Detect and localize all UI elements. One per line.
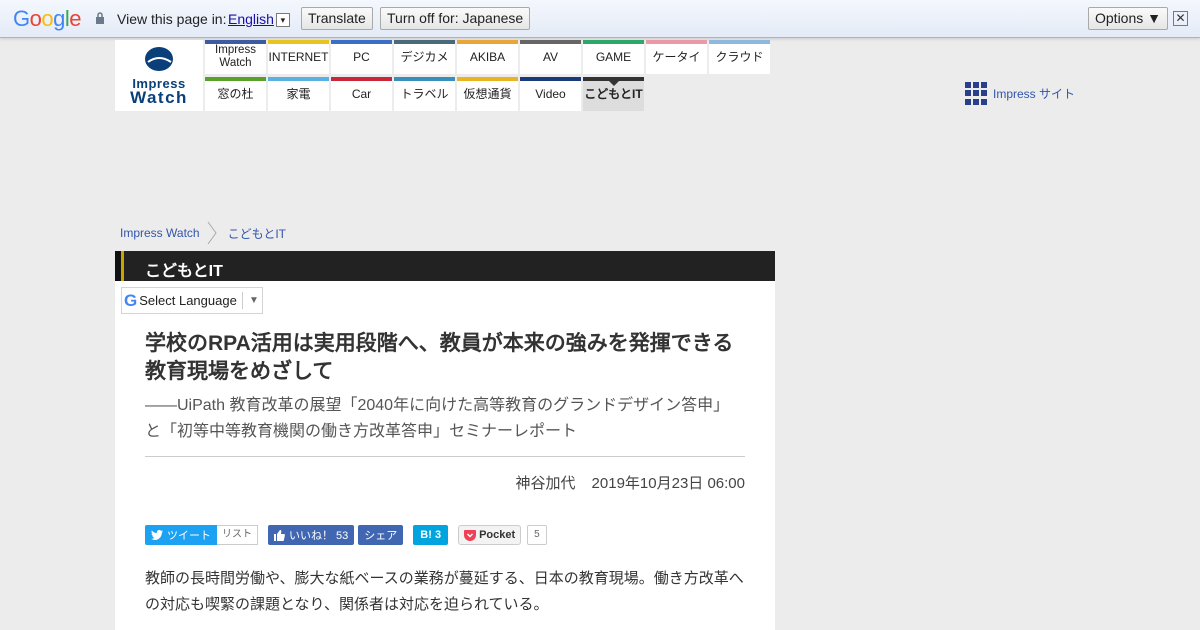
section-header: こどもとIT — [115, 251, 775, 281]
nav-color-bar — [520, 77, 581, 81]
tweet-label: ツイート — [167, 530, 211, 542]
nav-item[interactable]: Video — [520, 77, 581, 111]
nav-color-bar — [268, 77, 329, 81]
nav-item-label: こどもとIT — [584, 86, 643, 101]
nav-item[interactable]: トラベル — [394, 77, 455, 111]
nav-item-label: 仮想通貨 — [463, 86, 512, 101]
google-logo: Google — [13, 6, 82, 31]
select-language-dropdown[interactable]: G Select Language ▼ — [121, 287, 263, 314]
hatena-bookmark-button[interactable]: B! 3 — [413, 525, 449, 545]
divider — [145, 456, 745, 457]
nav-color-bar — [457, 77, 518, 81]
nav-item[interactable]: こどもとIT — [583, 77, 644, 111]
nav-color-bar — [646, 40, 707, 44]
article: G Select Language ▼ 学校のRPA活用は実用段階へ、教員が本来… — [115, 281, 775, 630]
like-button[interactable]: いいね！ 53 — [268, 525, 355, 545]
author: 神谷加代 — [515, 475, 576, 492]
nav-item[interactable]: 仮想通貨 — [457, 77, 518, 111]
breadcrumb-current[interactable]: こどもとIT — [228, 225, 286, 242]
nav-item[interactable]: 窓の杜 — [205, 77, 266, 111]
nav-item-label: AV — [542, 49, 559, 64]
nav-item[interactable]: GAME — [583, 40, 644, 74]
nav-item-label: トラベル — [400, 86, 449, 101]
nav-item-label: 家電 — [286, 86, 311, 101]
nav-item-label: PC — [353, 49, 370, 64]
select-language-label: Select Language — [139, 293, 237, 308]
nav-color-bar — [457, 40, 518, 44]
nav-item-label: 窓の杜 — [217, 86, 254, 101]
publish-date: 2019年10月23日 06:00 — [591, 475, 745, 492]
grid-icon — [965, 82, 988, 105]
nav-color-bar — [331, 40, 392, 44]
nav-item[interactable]: Impress Watch — [205, 40, 266, 74]
nav-item-label: デジカメ — [400, 49, 449, 64]
dropdown-arrow-icon: ▼ — [242, 292, 259, 309]
nav-item-label: Video — [535, 86, 566, 101]
nav-item[interactable]: デジカメ — [394, 40, 455, 74]
impress-site-link[interactable]: Impress サイト — [965, 82, 1075, 105]
turn-off-button[interactable]: Turn off for: Japanese — [380, 7, 531, 30]
globe-logo-icon — [145, 47, 173, 71]
dropdown-caret-icon: ▾ — [275, 13, 290, 27]
section-accent — [121, 251, 124, 281]
nav-item[interactable]: INTERNET — [268, 40, 329, 74]
nav-color-bar — [583, 40, 644, 44]
nav-color-bar — [394, 77, 455, 81]
nav-color-bar — [331, 77, 392, 81]
nav-item-label: クラウド — [715, 49, 764, 64]
options-button[interactable]: Options ▼ — [1088, 7, 1168, 30]
nav-item-label: AKIBA — [469, 49, 506, 64]
article-body: 教師の長時間労働や、膨大な紙ベースの業務が蔓延する、日本の教育現場。働き方改革へ… — [145, 570, 744, 613]
twitter-list-button[interactable]: リスト — [217, 525, 258, 545]
nav-color-bar — [520, 40, 581, 44]
translate-prompt: View this page in: — [117, 11, 227, 27]
language-label: English — [228, 11, 274, 27]
nav-item[interactable]: クラウド — [709, 40, 770, 74]
nav-color-bar — [709, 40, 770, 44]
breadcrumb: Impress Watch こどもとIT — [120, 221, 286, 245]
facebook-share-button[interactable]: シェア — [358, 525, 404, 545]
nav-item-label: Car — [351, 86, 372, 101]
share-buttons: ツイート リスト いいね！ 53 シェア B! 3 Pocket 5 — [145, 525, 547, 545]
nav-color-bar — [394, 40, 455, 44]
nav-color-bar — [205, 40, 266, 44]
close-icon[interactable]: ✕ — [1173, 11, 1188, 26]
breadcrumb-home[interactable]: Impress Watch — [120, 226, 200, 240]
nav-item-label: ケータイ — [652, 49, 701, 64]
pocket-button[interactable]: Pocket — [458, 525, 522, 545]
nav-color-bar — [268, 40, 329, 44]
article-subhead: ――UiPath 教育改革の展望「2040年に向けた高等教育のグランドデザイン答… — [145, 397, 730, 440]
nav-item[interactable]: ケータイ — [646, 40, 707, 74]
nav-item-label: GAME — [595, 49, 632, 64]
twitter-bird-icon — [151, 530, 163, 540]
chevron-right-icon — [207, 221, 217, 245]
like-label: いいね！ 53 — [289, 530, 349, 542]
translate-bar: Google View this page in: English ▾ Trans… — [0, 0, 1200, 38]
google-g-icon: G — [124, 290, 138, 310]
nav-item-label: INTERNET — [268, 49, 329, 64]
impress-watch-logo[interactable]: Impress Watch — [115, 40, 203, 111]
nav-item[interactable]: AKIBA — [457, 40, 518, 74]
translate-button[interactable]: Translate — [301, 7, 373, 30]
nav-item[interactable]: Car — [331, 77, 392, 111]
pocket-icon — [464, 529, 477, 541]
byline: 神谷加代 2019年10月23日 06:00 — [145, 472, 745, 493]
nav-item[interactable]: 家電 — [268, 77, 329, 111]
active-indicator-icon — [609, 81, 619, 86]
pocket-count: 5 — [527, 525, 547, 545]
target-language-select[interactable]: English ▾ — [228, 11, 290, 27]
section-title: こどもとIT — [145, 263, 223, 280]
pocket-label: Pocket — [479, 529, 516, 541]
tweet-button[interactable]: ツイート — [145, 525, 217, 545]
article-headline: 学校のRPA活用は実用段階へ、教員が本来の強みを発揮できる教育現場をめざして — [145, 332, 734, 383]
nav-item[interactable]: PC — [331, 40, 392, 74]
impress-site-label: Impress サイト — [993, 87, 1076, 101]
thumbs-up-icon — [274, 529, 285, 541]
logo-line2: Watch — [130, 88, 188, 107]
nav-item-label: Impress Watch — [215, 44, 256, 69]
nav-item[interactable]: AV — [520, 40, 581, 74]
lock-icon — [96, 12, 104, 24]
nav-color-bar — [205, 77, 266, 81]
